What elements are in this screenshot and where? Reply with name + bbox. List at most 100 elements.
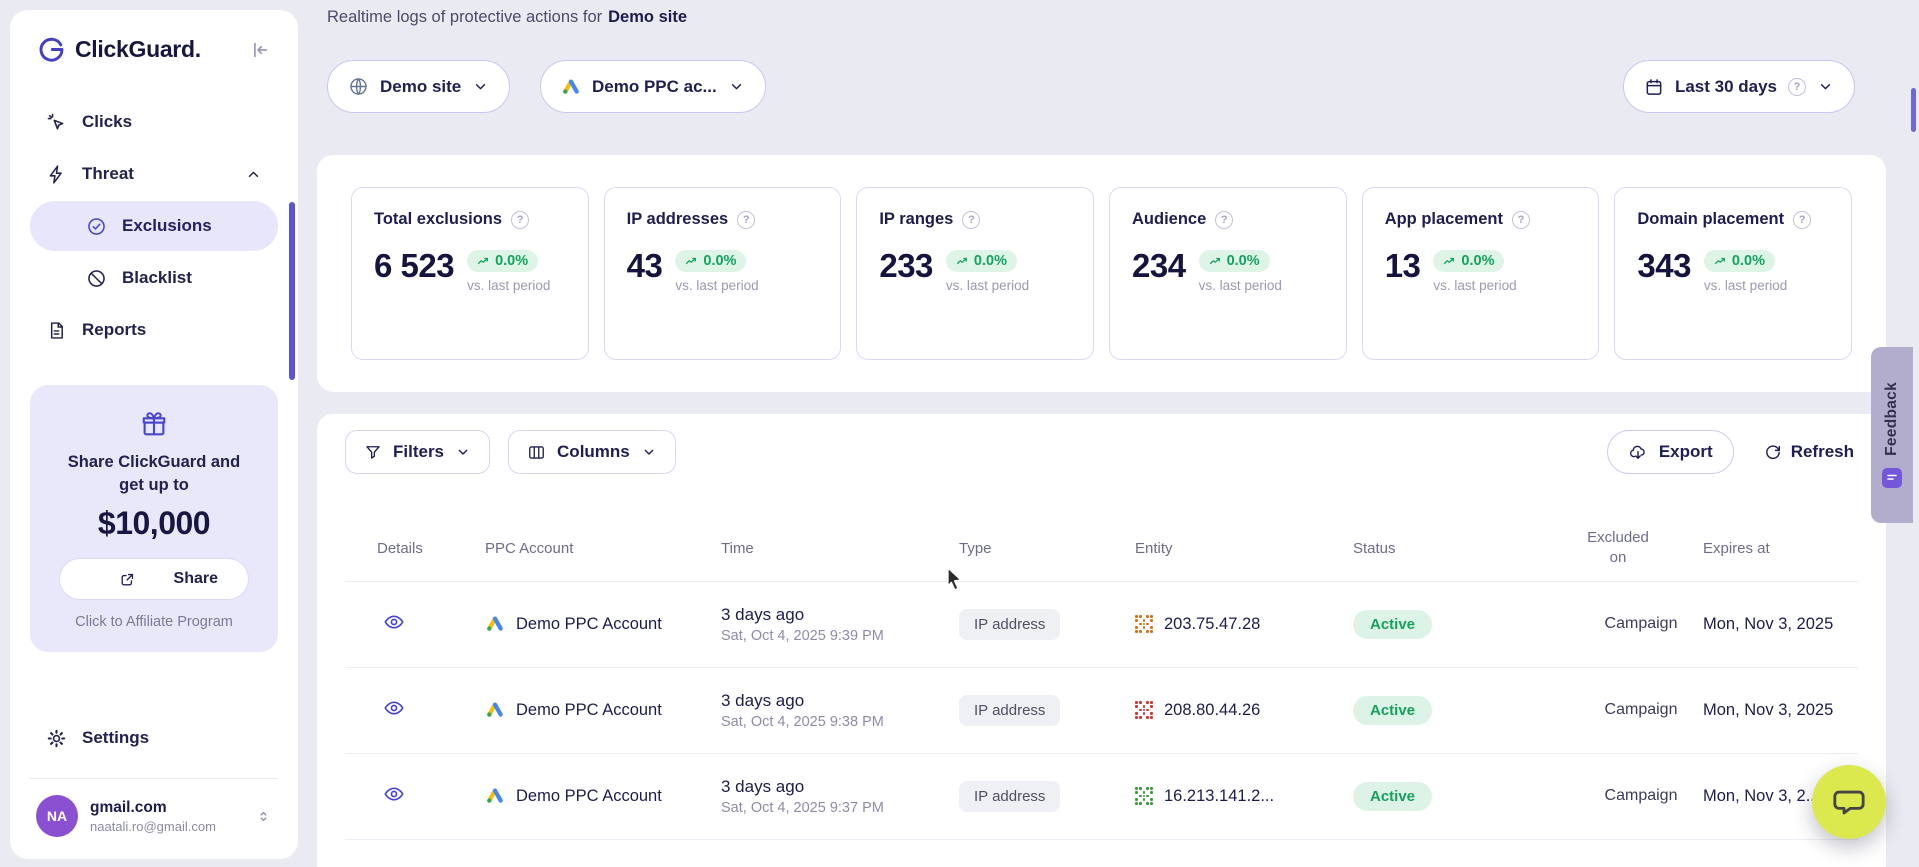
time-absolute: Sat, Oct 4, 2025 9:39 PM [721,628,959,644]
chat-launcher-button[interactable] [1812,765,1886,839]
page-subtitle: Realtime logs of protective actions for … [327,8,687,27]
page-scrollbar-thumb[interactable] [1911,88,1916,132]
sidebar-scrollbar-thumb[interactable] [289,202,295,380]
site-selector[interactable]: Demo site [327,60,510,113]
delta-badge: 0.0% [1704,250,1775,272]
sidebar-item-reports[interactable]: Reports [30,305,278,355]
user-email: naatali.ro@gmail.com [90,819,216,834]
sidebar-item-threat[interactable]: Threat [30,149,278,199]
nav-label: Clicks [82,112,132,132]
delta-value: 0.0% [703,253,736,269]
help-icon[interactable]: ? [737,211,755,229]
stat-value: 234 [1132,249,1186,282]
view-details-button[interactable] [383,783,405,805]
help-icon[interactable]: ? [962,211,980,229]
entity-identicon [1135,615,1153,633]
help-icon[interactable]: ? [1793,211,1811,229]
view-details-button[interactable] [383,611,405,633]
export-button[interactable]: Export [1607,430,1734,474]
google-ads-icon [561,77,581,97]
google-ads-icon [485,614,505,634]
stat-card-ip-ranges: IP ranges? 233 0.0% vs. last period [856,187,1094,360]
view-details-button[interactable] [383,697,405,719]
col-header-type: Type [959,540,1135,557]
status-badge: Active [1353,610,1432,639]
sidebar-item-clicks[interactable]: Clicks [30,97,278,147]
sidebar-item-exclusions[interactable]: Exclusions [30,201,278,251]
col-header-details: Details [377,540,485,557]
stats-panel: Total exclusions? 6 523 0.0% vs. last pe… [317,155,1886,392]
refresh-button-label: Refresh [1791,442,1854,462]
time-relative: 3 days ago [721,691,959,711]
external-link-icon [119,571,136,588]
feedback-widget-icon [1882,468,1902,488]
divider [30,778,278,779]
table-row: Demo PPC Account 3 days agoSat, Oct 4, 2… [345,754,1858,840]
stat-card-total-exclusions: Total exclusions? 6 523 0.0% vs. last pe… [351,187,589,360]
excluded-on-value: Campaign [1579,787,1703,805]
delta-value: 0.0% [1227,253,1260,269]
col-header-time: Time [721,540,959,557]
affiliate-link[interactable]: Click to Affiliate Program [48,614,260,630]
entity-identicon [1135,701,1153,719]
eye-icon [383,697,405,719]
table-row-partial: 3 days ago [345,840,1858,867]
ppc-account-selector[interactable]: Demo PPC ac... [540,60,766,113]
collapse-sidebar-icon[interactable] [248,39,270,61]
chevron-down-icon [455,444,471,460]
stat-caption: vs. last period [1199,278,1282,293]
expires-at-value: Mon, Nov 3, 2025 [1703,615,1858,634]
date-range-value: Last 30 days [1675,77,1777,97]
calendar-icon [1644,77,1664,97]
feedback-tab[interactable]: Feedback [1871,347,1913,523]
columns-button-label: Columns [557,442,630,462]
stat-caption: vs. last period [467,278,550,293]
col-header-excluded-on: Excluded on [1579,528,1657,569]
filters-button-label: Filters [393,442,444,462]
user-menu[interactable]: NA gmail.com naatali.ro@gmail.com [30,795,278,837]
stat-card-domain-placement: Domain placement? 343 0.0% vs. last peri… [1614,187,1852,360]
cloud-download-icon [1628,442,1648,462]
badge-check-icon [86,216,107,237]
col-header-expires-at: Expires at [1703,540,1858,557]
trend-up-icon [1443,255,1456,268]
stat-label: Total exclusions [374,210,502,229]
affiliate-promo-card: Share ClickGuard and get up to $10,000 S… [30,385,278,652]
user-name: gmail.com [90,799,216,817]
help-icon[interactable]: ? [1788,78,1806,96]
google-ads-icon [485,786,505,806]
help-icon[interactable]: ? [1512,211,1530,229]
col-header-entity: Entity [1135,540,1353,557]
filters-button[interactable]: Filters [345,430,490,474]
share-button[interactable]: Share [59,558,249,600]
time-relative: 3 days ago [721,777,959,797]
chevron-up-icon [245,166,262,183]
refresh-button[interactable]: Refresh [1760,430,1858,474]
delta-badge: 0.0% [467,250,538,272]
columns-button[interactable]: Columns [508,430,676,474]
entity-identicon [1135,787,1153,805]
ppc-account-name: Demo PPC Account [516,615,662,634]
export-button-label: Export [1659,442,1713,462]
date-range-selector[interactable]: Last 30 days ? [1623,60,1855,113]
eye-icon [383,611,405,633]
sidebar-item-settings[interactable]: Settings [30,714,278,762]
stat-caption: vs. last period [946,278,1029,293]
nav-label: Settings [82,728,149,748]
stat-label: IP ranges [879,210,953,229]
stat-caption: vs. last period [1704,278,1787,293]
excluded-on-value: Campaign [1579,701,1703,719]
chevron-up-down-icon[interactable] [255,808,272,825]
sidebar-item-blacklist[interactable]: Blacklist [30,253,278,303]
type-badge: IP address [959,695,1060,726]
help-icon[interactable]: ? [1215,211,1233,229]
help-icon[interactable]: ? [511,211,529,229]
trend-up-icon [1714,255,1727,268]
stat-caption: vs. last period [1433,278,1516,293]
delta-badge: 0.0% [1199,250,1270,272]
ppc-account-name: Demo PPC Account [516,787,662,806]
logs-panel: Filters Columns Export Refresh Details P… [317,414,1886,867]
chevron-down-icon [472,78,489,95]
delta-value: 0.0% [974,253,1007,269]
promo-amount: $10,000 [48,505,260,542]
